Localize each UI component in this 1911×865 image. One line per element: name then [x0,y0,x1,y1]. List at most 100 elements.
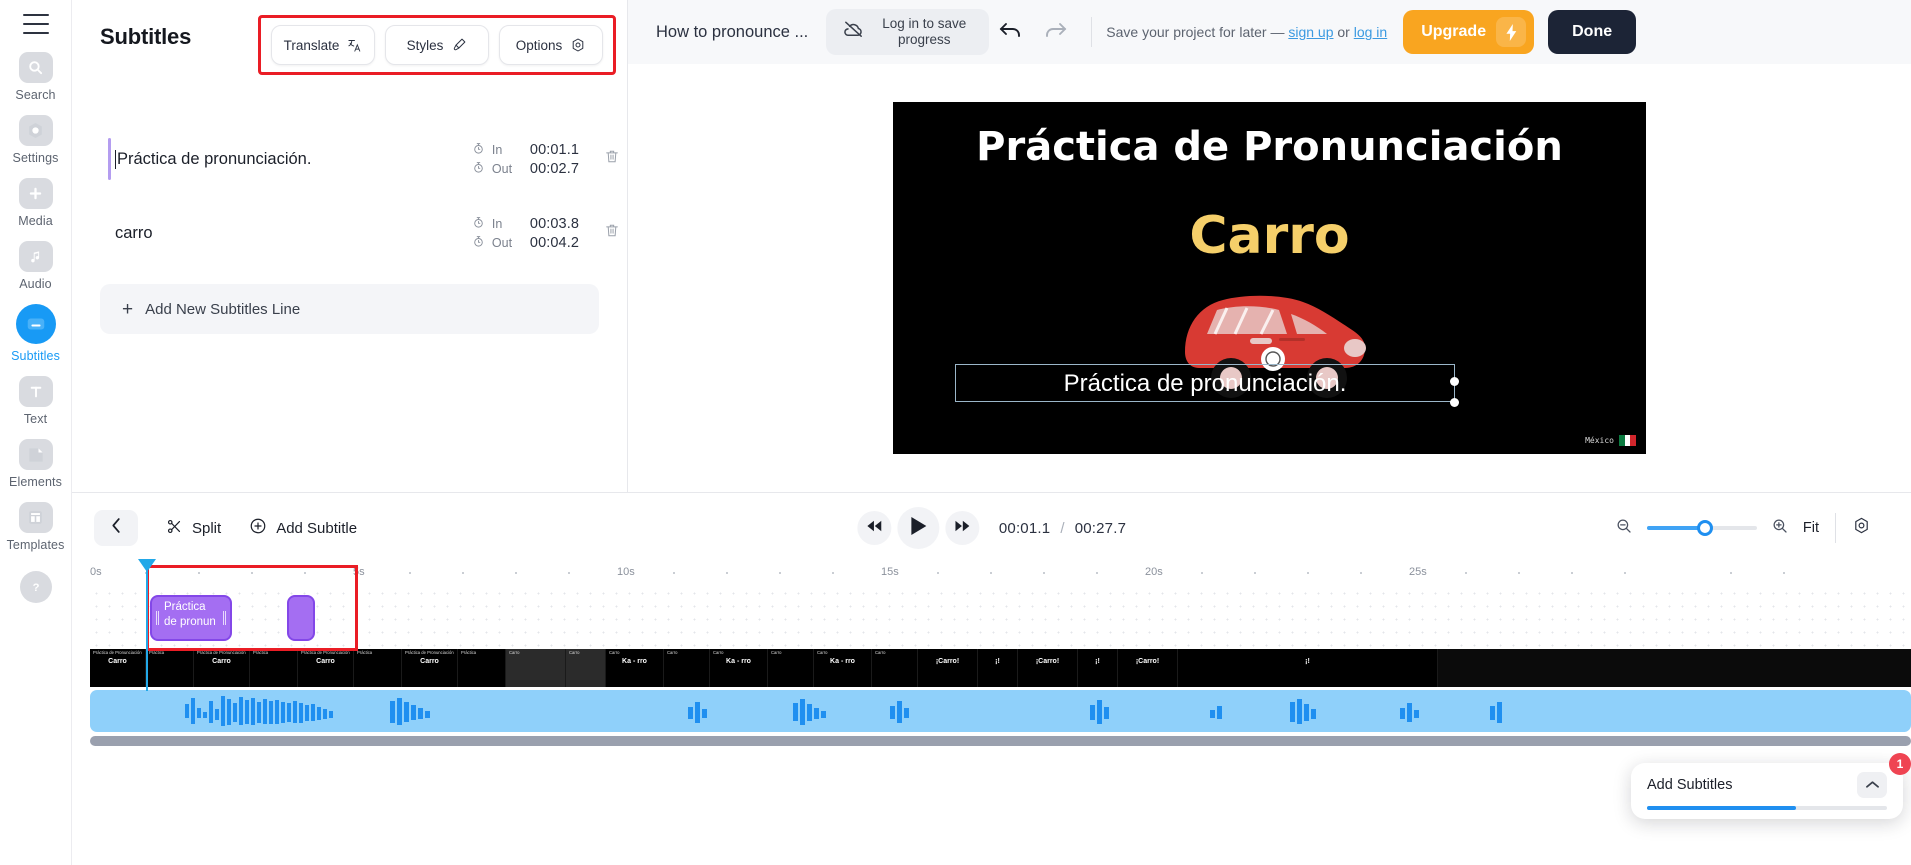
in-label: In [491,216,503,231]
log-in-link[interactable]: log in [1354,24,1387,40]
options-button[interactable]: Options [499,25,603,65]
rewind-icon [866,519,881,537]
redo-button[interactable] [1033,20,1077,45]
playhead[interactable] [138,559,156,691]
subtitle-track[interactable]: Práctica de pronun [90,559,1911,691]
clip-grip-right[interactable] [223,611,226,625]
extra-track[interactable] [90,736,1911,746]
project-title[interactable]: How to pronounce ... [656,23,808,42]
sidebar-label: Audio [19,277,52,291]
add-new-subtitles-line-button[interactable]: + Add New Subtitles Line [100,284,599,334]
table-row[interactable]: Práctica de pronunciación. In 00:01.1 Ou… [72,122,627,196]
done-button[interactable]: Done [1548,10,1637,54]
sidebar-label: Settings [12,151,59,165]
delete-subtitle-button[interactable] [597,148,627,170]
row-accent-bar [108,138,111,180]
rewind-button[interactable] [856,511,891,545]
sidebar-label: Templates [6,538,65,552]
strip-word: ¡Carro! [1035,658,1060,665]
zoom-slider[interactable] [1646,520,1757,536]
clip-grip-left[interactable] [156,611,159,625]
ruler-dot [1518,572,1520,574]
zoom-in-icon[interactable] [1771,517,1789,540]
sidebar-item-help[interactable]: ? [0,571,72,603]
zoom-slider-knob[interactable] [1696,520,1713,536]
time-separator: / [1060,519,1065,537]
in-time-row: In 00:03.8 [472,216,579,232]
collapse-button[interactable] [1857,772,1887,798]
elements-icon [18,439,53,470]
ruler-dot [1465,572,1467,574]
strip-word: Carro [316,658,335,665]
trash-icon [604,222,620,244]
plus-circle-icon [249,517,267,539]
strip-caption: Práctica de Pronunciación [405,650,454,655]
hamburger-icon[interactable] [22,14,49,34]
translate-icon [347,38,362,53]
redo-arrow-icon [1042,20,1068,45]
time-readout: 00:01.1 / 00:27.7 [999,520,1126,537]
strip-word: Carro [108,658,127,665]
sidebar-item-text[interactable]: Text [0,376,72,426]
table-row[interactable]: carro In 00:03.8 Out 00:04.2 [72,196,627,270]
add-subtitle-label: Add Subtitle [276,519,358,537]
stopwatch-icon [472,161,485,177]
sidebar-item-elements[interactable]: Elements [0,439,72,489]
sign-up-link[interactable]: sign up [1288,24,1333,40]
add-subtitle-button[interactable]: Add Subtitle [249,517,357,539]
upgrade-label: Upgrade [1421,23,1487,40]
ruler-dot [462,572,464,574]
in-time-row: In 00:01.1 [472,142,579,158]
zoom-out-icon[interactable] [1615,517,1633,540]
login-to-save-button[interactable]: Log in to save progress [826,9,990,55]
resize-handle-right[interactable] [1450,377,1459,386]
watermark: México [1585,435,1637,446]
subtitle-text[interactable]: Práctica de pronunciación. [115,149,472,169]
subtitle-clip[interactable]: Práctica de pronun [150,595,232,641]
split-button[interactable]: Split [166,518,221,539]
sidebar-item-media[interactable]: Media [0,178,72,228]
undo-button[interactable] [989,20,1033,45]
ruler-dot [832,572,834,574]
out-time-row: Out 00:04.2 [472,235,579,251]
subtitle-text[interactable]: carro [115,224,472,243]
divider [1091,17,1093,47]
video-preview[interactable]: Práctica de Pronunciación Carro Práctica… [893,102,1646,454]
ruler-dot [937,572,939,574]
caption-selection-box[interactable]: Práctica de pronunciación. [955,364,1459,407]
sidebar-item-templates[interactable]: Templates [0,502,72,552]
translate-button[interactable]: Translate [271,25,375,65]
out-label: Out [491,235,513,250]
styles-button[interactable]: Styles [385,25,489,65]
sidebar-label: Elements [9,475,62,489]
sidebar-item-subtitles[interactable]: Subtitles [0,304,72,363]
undo-arrow-icon [998,20,1024,45]
timeline-settings-button[interactable] [1852,516,1871,540]
delete-subtitle-button[interactable] [597,222,627,244]
subtitle-clip[interactable] [287,595,315,641]
sidebar-item-search[interactable]: Search [0,52,72,102]
strip-word: ¡! [1095,658,1100,665]
sidebar-item-settings[interactable]: Settings [0,115,72,165]
add-subtitles-progress-card[interactable]: 1 Add Subtitles [1631,753,1911,819]
svg-text:?: ? [32,582,39,594]
sidebar-item-audio[interactable]: Audio [0,241,72,291]
ruler-dot [198,572,200,574]
ruler-tick: 20s [1145,566,1163,578]
video-track[interactable]: Práctica de Pronunciación Carro Práctica … [90,649,1911,687]
play-button[interactable] [896,507,939,549]
ruler-tick: 15s [881,566,899,578]
preview-stage: Práctica de Pronunciación Carro Práctica… [628,64,1911,492]
fit-button[interactable]: Fit [1803,520,1819,536]
done-label: Done [1572,23,1613,40]
gear-icon [570,37,586,53]
resize-handle-corner[interactable] [1450,398,1459,407]
ruler-dot [1254,572,1256,574]
ruler-dot [1783,572,1785,574]
timeline-ruler[interactable]: 0s 5s 10s 15s 20s 25s [90,563,1911,587]
fast-forward-button[interactable] [944,511,979,545]
strip-caption: Práctica [253,650,269,655]
upgrade-button[interactable]: Upgrade [1403,10,1535,54]
audio-track[interactable] [90,690,1911,732]
back-button[interactable] [94,510,138,546]
